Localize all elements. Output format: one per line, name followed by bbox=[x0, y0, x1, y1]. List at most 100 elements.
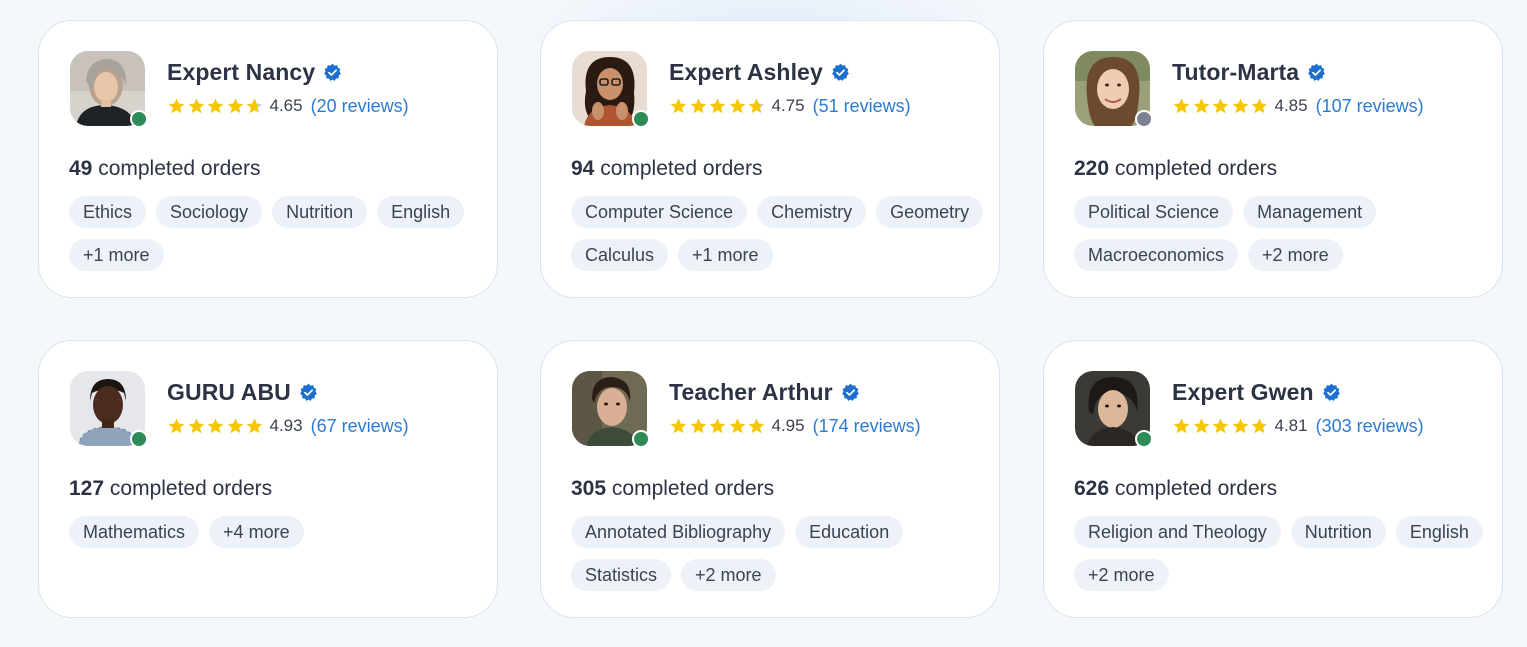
subject-tag[interactable]: Political Science bbox=[1074, 196, 1234, 228]
star-icon bbox=[1193, 417, 1209, 433]
status-dot-icon bbox=[1135, 110, 1153, 128]
expert-name[interactable]: Expert Ashley bbox=[669, 59, 823, 86]
rating-stars bbox=[1172, 417, 1270, 436]
orders-label: completed orders bbox=[1114, 477, 1278, 500]
expert-card[interactable]: Expert Ashley 4.75 (51 reviews) 94 compl… bbox=[540, 20, 1000, 298]
star-icon bbox=[748, 417, 765, 433]
reviews-link[interactable]: (174 reviews) bbox=[813, 416, 921, 437]
subject-tags: Ethics Sociology Nutrition English +1 more bbox=[69, 196, 489, 271]
rating-value: 4.93 bbox=[269, 416, 303, 435]
expert-name[interactable]: Tutor-Marta bbox=[1172, 59, 1299, 86]
star-icon bbox=[188, 417, 204, 433]
verified-badge-icon bbox=[324, 63, 342, 81]
verified-badge-icon bbox=[841, 383, 859, 401]
orders-count: 220 bbox=[1074, 157, 1110, 180]
star-icon bbox=[1173, 97, 1190, 113]
avatar[interactable] bbox=[1075, 371, 1153, 448]
expert-card[interactable]: Tutor-Marta 4.85 (107 reviews) 220 compl… bbox=[1043, 20, 1503, 298]
subject-tag[interactable]: Macroeconomics bbox=[1074, 239, 1239, 271]
subject-tag[interactable]: Computer Science bbox=[571, 196, 748, 228]
orders-count: 49 bbox=[69, 157, 93, 180]
avatar[interactable] bbox=[572, 371, 650, 448]
star-icon bbox=[670, 417, 687, 433]
avatar[interactable] bbox=[572, 51, 650, 128]
subject-tags: Computer Science Chemistry Geometry Calculu… bbox=[571, 196, 991, 271]
subject-tag[interactable]: Sociology bbox=[156, 196, 263, 228]
rating-value: 4.75 bbox=[771, 96, 805, 115]
expert-name[interactable]: Teacher Arthur bbox=[669, 379, 833, 406]
subject-tag[interactable]: English bbox=[1395, 516, 1483, 548]
more-tags-chip[interactable]: +2 more bbox=[1074, 559, 1169, 591]
rating-stars bbox=[669, 97, 767, 116]
expert-name[interactable]: Expert Nancy bbox=[167, 59, 315, 86]
subject-tag[interactable]: Calculus bbox=[571, 239, 669, 271]
orders-count: 127 bbox=[69, 477, 105, 500]
more-tags-chip[interactable]: +2 more bbox=[681, 559, 776, 591]
status-dot-icon bbox=[130, 110, 148, 128]
subject-tags: Annotated Bibliography Education Statistic… bbox=[571, 516, 991, 591]
subject-tag[interactable]: Nutrition bbox=[272, 196, 368, 228]
status-dot-icon bbox=[1135, 430, 1153, 448]
more-tags-chip[interactable]: +4 more bbox=[209, 516, 304, 548]
subject-tag[interactable]: Ethics bbox=[69, 196, 147, 228]
avatar[interactable] bbox=[70, 51, 148, 128]
star-icon bbox=[1173, 417, 1190, 433]
subject-tag[interactable]: Management bbox=[1243, 196, 1377, 228]
orders-label: completed orders bbox=[109, 477, 273, 500]
star-icon bbox=[1193, 97, 1209, 113]
subject-tag[interactable]: English bbox=[377, 196, 465, 228]
more-tags-chip[interactable]: +2 more bbox=[1248, 239, 1343, 271]
star-icon bbox=[709, 97, 726, 113]
star-icon bbox=[690, 417, 706, 433]
expert-card[interactable]: Expert Gwen 4.81 (303 reviews) 626 compl… bbox=[1043, 340, 1503, 618]
star-icon bbox=[246, 97, 263, 113]
more-tags-chip[interactable]: +1 more bbox=[69, 239, 164, 271]
expert-name[interactable]: Expert Gwen bbox=[1172, 379, 1314, 406]
subject-tags: Religion and Theology Nutrition English +2 … bbox=[1074, 516, 1494, 591]
reviews-link[interactable]: (303 reviews) bbox=[1316, 416, 1424, 437]
subject-tag[interactable]: Statistics bbox=[571, 559, 672, 591]
rating-value: 4.65 bbox=[269, 96, 303, 115]
completed-orders: 220 completed orders bbox=[1074, 157, 1277, 181]
rating-stars bbox=[669, 417, 767, 436]
subject-tag[interactable]: Religion and Theology bbox=[1074, 516, 1281, 548]
subject-tag[interactable]: Mathematics bbox=[69, 516, 200, 548]
star-icon bbox=[168, 97, 185, 113]
reviews-link[interactable]: (67 reviews) bbox=[311, 416, 409, 437]
subject-tags: Mathematics +4 more bbox=[69, 516, 489, 548]
subject-tag[interactable]: Chemistry bbox=[757, 196, 867, 228]
subject-tag[interactable]: Annotated Bibliography bbox=[571, 516, 786, 548]
rating-value: 4.95 bbox=[771, 416, 805, 435]
status-dot-icon bbox=[632, 430, 650, 448]
avatar[interactable] bbox=[70, 371, 148, 448]
expert-card[interactable]: GURU ABU 4.93 (67 reviews) 127 completed… bbox=[38, 340, 498, 618]
expert-name[interactable]: GURU ABU bbox=[167, 379, 291, 406]
reviews-link[interactable]: (107 reviews) bbox=[1316, 96, 1424, 117]
orders-label: completed orders bbox=[600, 157, 763, 180]
status-dot-icon bbox=[632, 110, 650, 128]
avatar[interactable] bbox=[1075, 51, 1153, 128]
rating-value: 4.85 bbox=[1274, 96, 1308, 115]
star-icon bbox=[1232, 97, 1248, 113]
verified-badge-icon bbox=[299, 383, 317, 401]
more-tags-chip[interactable]: +1 more bbox=[678, 239, 773, 271]
star-icon bbox=[246, 417, 263, 433]
verified-badge-icon bbox=[1322, 383, 1340, 401]
verified-badge-icon bbox=[831, 63, 849, 81]
orders-count: 305 bbox=[571, 477, 607, 500]
star-icon bbox=[1212, 417, 1229, 433]
star-icon bbox=[227, 97, 243, 113]
subject-tag[interactable]: Geometry bbox=[876, 196, 984, 228]
subject-tag[interactable]: Nutrition bbox=[1290, 516, 1386, 548]
reviews-link[interactable]: (20 reviews) bbox=[311, 96, 409, 117]
reviews-link[interactable]: (51 reviews) bbox=[813, 96, 911, 117]
orders-label: completed orders bbox=[98, 157, 261, 180]
completed-orders: 127 completed orders bbox=[69, 477, 272, 501]
star-icon bbox=[748, 97, 765, 113]
subject-tag[interactable]: Education bbox=[795, 516, 904, 548]
star-icon bbox=[188, 97, 204, 113]
star-icon bbox=[227, 417, 243, 433]
expert-card[interactable]: Teacher Arthur 4.95 (174 reviews) 305 co… bbox=[540, 340, 1000, 618]
expert-card[interactable]: Expert Nancy 4.65 (20 reviews) 49 comple… bbox=[38, 20, 498, 298]
completed-orders: 626 completed orders bbox=[1074, 477, 1277, 501]
